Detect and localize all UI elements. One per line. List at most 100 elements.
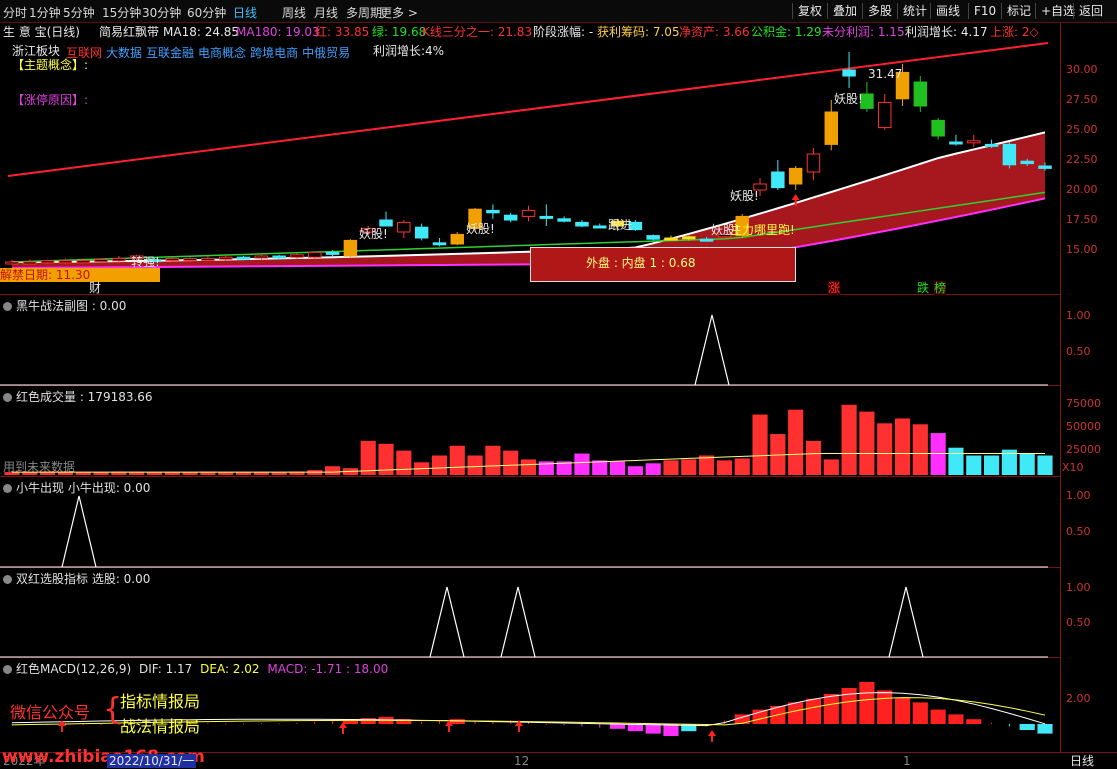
macd-bar — [663, 724, 679, 736]
macd-bar — [260, 723, 262, 725]
candle — [682, 236, 696, 240]
panel1-tick: 0.50 — [1066, 345, 1091, 358]
panel4-tick: 1.00 — [1066, 581, 1091, 594]
macd-bar — [545, 724, 547, 725]
candle — [771, 171, 785, 189]
candle — [521, 209, 536, 217]
macd-bar — [894, 697, 911, 724]
macd-bar — [207, 723, 209, 725]
volume-bar — [716, 460, 732, 475]
macd-bar — [314, 721, 316, 724]
macd-bar — [1037, 724, 1053, 734]
macd-bar — [991, 722, 993, 724]
rise-marker: 涨 — [828, 281, 841, 295]
macd-bar — [1008, 724, 1010, 727]
candle — [201, 257, 215, 261]
candle — [76, 260, 90, 264]
price-tick: 27.50 — [1066, 93, 1098, 106]
candle — [806, 153, 821, 173]
turn-strong-label: 转强! — [131, 255, 160, 269]
price-tick: 15.00 — [1066, 243, 1098, 256]
volume-bar — [485, 445, 501, 475]
candle — [414, 226, 429, 239]
candle — [236, 256, 251, 260]
macd-bar — [100, 724, 102, 725]
candle — [664, 237, 678, 241]
macd-bar — [296, 722, 298, 724]
candle — [450, 233, 464, 245]
volume-unit: X10 — [1062, 461, 1084, 474]
volume-bar — [1019, 453, 1035, 475]
volume-bar — [574, 453, 590, 475]
trend-line — [7, 42, 1049, 177]
volume-bar — [752, 414, 768, 475]
up-arrow-icon — [708, 730, 716, 742]
candle — [343, 239, 358, 257]
yaogu-label: 妖股! — [359, 227, 388, 241]
macd-bar — [581, 724, 583, 727]
candle — [308, 251, 322, 258]
panel3-signal — [61, 495, 97, 568]
macd-bar — [599, 724, 601, 728]
volume-bar — [325, 466, 341, 475]
rank-marker: 榜 — [934, 281, 947, 295]
panel2-tick: 25000 — [1066, 443, 1101, 456]
macd-bar — [645, 724, 661, 734]
candle — [112, 257, 126, 262]
macd-bar — [859, 682, 875, 724]
candle — [432, 242, 447, 246]
unlock-date-badge: 解禁日期: 11.30 — [0, 268, 160, 282]
candle — [183, 257, 197, 261]
follow-label: 跟进 — [608, 218, 633, 232]
cursor-date: 2022/10/31/一 — [107, 754, 197, 768]
candle — [40, 260, 55, 264]
candle — [824, 111, 839, 145]
candle — [1002, 143, 1017, 166]
volume-bar — [360, 440, 376, 475]
panel2-tick: 50000 — [1066, 420, 1101, 433]
yaogu-label: 妖股! — [730, 189, 759, 203]
macd-bar — [563, 724, 565, 726]
candle — [503, 214, 518, 221]
volume-bar — [663, 460, 679, 475]
volume-bar — [609, 461, 626, 475]
volume-bar — [449, 445, 465, 475]
wechat-label: 微信公众号 — [10, 703, 91, 722]
candle — [254, 255, 269, 259]
kline-chart[interactable] — [0, 0, 1117, 768]
volume-bar — [734, 458, 750, 475]
macd-bar — [627, 724, 643, 732]
candle — [842, 69, 856, 77]
volume-bar — [841, 404, 857, 475]
month-1-label: 1 — [903, 754, 911, 768]
volume-bar — [681, 459, 697, 475]
volume-bar — [627, 466, 643, 475]
macd-bar — [278, 723, 280, 725]
candle — [379, 219, 393, 227]
candle — [218, 256, 233, 260]
candle — [913, 81, 928, 107]
runaway-label: 主力哪里跑! — [730, 223, 795, 237]
period-indicator[interactable]: 日线 — [1070, 754, 1094, 768]
ad-line-1: 指标情报局 — [120, 692, 201, 711]
macd-bar — [877, 690, 893, 724]
macd-bar — [421, 721, 423, 724]
candle — [539, 215, 554, 219]
price-tick: 25.00 — [1066, 123, 1098, 136]
macd-bar — [225, 723, 227, 725]
macd-bar — [449, 719, 465, 724]
volume-bar — [431, 455, 448, 475]
macd-bar — [805, 698, 822, 724]
volume-bar — [859, 411, 875, 475]
macd-bar — [360, 718, 376, 724]
candle — [486, 209, 500, 214]
month-12-label: 12 — [514, 754, 530, 768]
candle — [1020, 160, 1034, 165]
volume-bar — [805, 440, 822, 475]
macd-bar — [912, 702, 928, 724]
candle — [325, 251, 340, 255]
panel1-tick: 1.00 — [1066, 309, 1091, 322]
macd-bar — [948, 714, 964, 724]
panel3-tick: 0.50 — [1066, 525, 1091, 538]
fall-marker: 跌 — [917, 281, 930, 295]
